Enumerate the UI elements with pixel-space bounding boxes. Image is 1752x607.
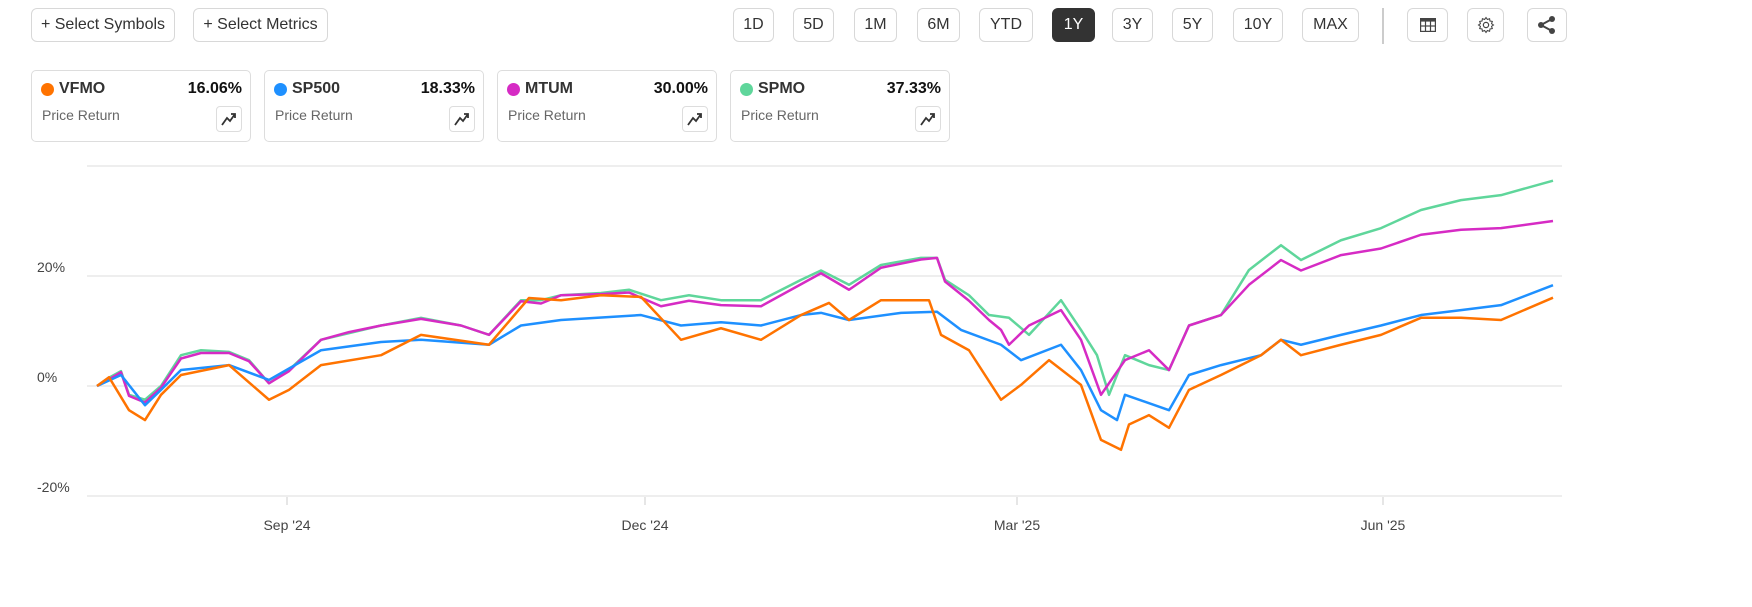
series-line-spmo [96,179,1554,401]
metric-label: Price Return [275,107,353,123]
range-button-5d[interactable]: 5D [793,8,834,42]
range-button-1d[interactable]: 1D [733,8,774,42]
range-button-1m[interactable]: 1M [854,8,897,42]
series-line-mtum [96,219,1554,404]
legend-card-sp500[interactable]: SP500 18.33% Price Return [264,70,484,142]
settings-button[interactable] [1467,8,1504,42]
series-color-dot [507,83,520,96]
y-tick-label: 20% [37,259,65,275]
series-color-dot [274,83,287,96]
trend-line-icon [687,113,702,126]
share-icon [1538,16,1555,34]
y-tick-label: 0% [37,369,57,385]
gear-icon [1477,16,1494,34]
symbol-name: MTUM [525,80,573,97]
select-metrics-button[interactable]: + Select Metrics [193,8,328,42]
return-value: 30.00% [653,80,708,97]
range-button-3y[interactable]: 3Y [1112,8,1153,42]
x-tick-label: Sep '24 [263,517,310,533]
series-line-vfmo [96,294,1554,452]
range-button-5y[interactable]: 5Y [1172,8,1213,42]
series-line-sp500 [96,284,1554,422]
trend-line-icon [454,113,469,126]
table-view-button[interactable] [1407,8,1448,42]
symbol-name: SPMO [758,80,806,97]
metric-label: Price Return [741,107,819,123]
chart-type-button[interactable] [216,106,242,132]
chart-type-button[interactable] [449,106,475,132]
series-color-dot [740,83,753,96]
y-tick-label: -20% [37,479,70,495]
chart-type-button[interactable] [682,106,708,132]
range-button-6m[interactable]: 6M [917,8,960,42]
range-button-10y[interactable]: 10Y [1233,8,1283,42]
series-color-dot [41,83,54,96]
trend-line-icon [221,113,236,126]
symbol-name: SP500 [292,80,341,97]
x-tick-label: Mar '25 [994,517,1040,533]
legend-card-spmo[interactable]: SPMO 37.33% Price Return [730,70,950,142]
return-value: 37.33% [886,80,941,97]
metric-label: Price Return [508,107,586,123]
trend-line-icon [920,113,935,126]
range-button-max[interactable]: MAX [1302,8,1359,42]
metric-label: Price Return [42,107,120,123]
toolbar-divider [1382,8,1384,44]
table-icon [1419,18,1436,32]
x-tick-label: Dec '24 [621,517,668,533]
chart-type-button[interactable] [915,106,941,132]
return-value: 16.06% [187,80,242,97]
select-symbols-button[interactable]: + Select Symbols [31,8,175,42]
share-button[interactable] [1527,8,1567,42]
symbol-name: VFMO [59,80,106,97]
range-button-1y[interactable]: 1Y [1052,8,1095,42]
legend-card-vfmo[interactable]: VFMO 16.06% Price Return [31,70,251,142]
legend-card-mtum[interactable]: MTUM 30.00% Price Return [497,70,717,142]
range-button-ytd[interactable]: YTD [979,8,1033,42]
x-tick-label: Jun '25 [1361,517,1406,533]
return-value: 18.33% [420,80,475,97]
